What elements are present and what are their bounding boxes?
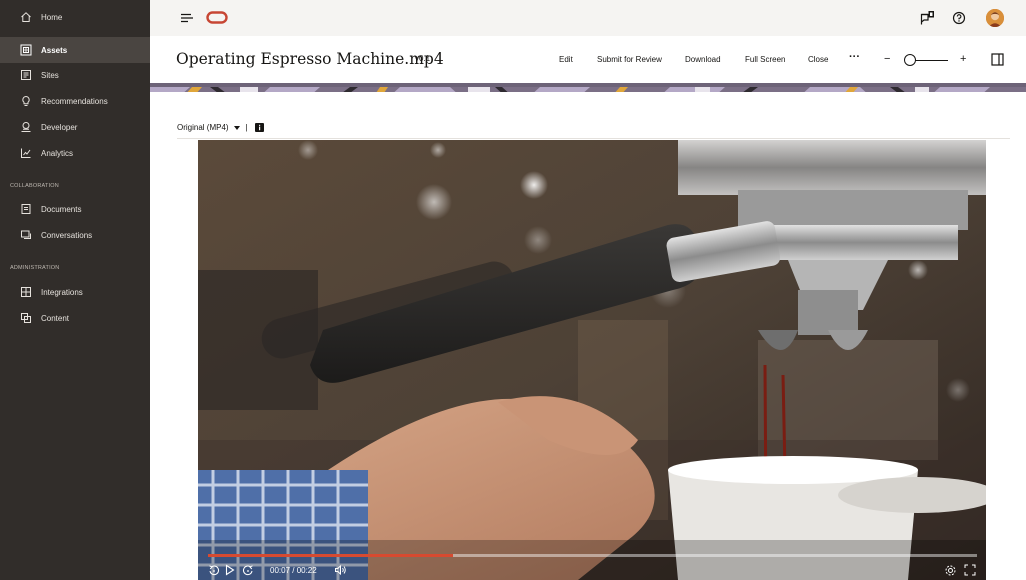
side-panel-toggle-icon[interactable] [988, 50, 1006, 68]
rewind-icon[interactable] [207, 563, 221, 577]
section-heading-collaboration: COLLABORATION [10, 183, 59, 189]
video-player[interactable] [198, 140, 986, 580]
info-icon[interactable] [254, 123, 264, 132]
download-button[interactable]: Download [685, 55, 721, 64]
sidebar-item-label: Recommendations [41, 96, 108, 106]
full-screen-button[interactable]: Full Screen [745, 55, 785, 64]
sidebar-item-recommendations[interactable]: Recommendations [0, 88, 150, 114]
sidebar-item-label: Documents [41, 204, 82, 214]
oracle-logo[interactable] [206, 11, 228, 24]
analytics-icon [20, 147, 32, 159]
sidebar-item-analytics[interactable]: Analytics [0, 140, 150, 166]
chevron-down-icon [233, 125, 240, 130]
fullscreen-icon[interactable] [963, 563, 977, 577]
sidebar-item-label: Content [41, 313, 70, 323]
notifications-icon[interactable] [918, 9, 936, 27]
rendition-selector[interactable]: Original (MP4) | [177, 123, 264, 132]
page-title: Operating Espresso Machine.mp4 [176, 50, 444, 68]
sidebar-item-label: Home [41, 12, 63, 22]
sidebar-item-content[interactable]: Content [0, 305, 150, 331]
version-label: v0.1 [415, 54, 431, 63]
settings-gear-icon[interactable] [943, 563, 957, 577]
sidebar-item-label: Sites [41, 70, 59, 80]
header-decorative-band [150, 83, 1026, 92]
sidebar-item-assets[interactable]: Assets [0, 37, 150, 63]
sidebar-item-conversations[interactable]: Conversations [0, 222, 150, 248]
sidebar-item-label: Assets [41, 45, 68, 55]
sidebar-item-label: Analytics [41, 148, 74, 158]
sidebar-item-integrations[interactable]: Integrations [0, 279, 150, 305]
top-bar [150, 0, 1026, 36]
documents-icon [20, 203, 32, 215]
zoom-slider-handle[interactable] [904, 54, 916, 66]
fast-forward-icon[interactable] [241, 563, 255, 577]
menu-icon[interactable] [180, 11, 194, 25]
sidebar-item-sites[interactable]: Sites [0, 62, 150, 88]
play-icon[interactable] [224, 563, 236, 577]
sidebar-item-label: Conversations [41, 230, 93, 240]
sidebar: Home Assets Sites Recommendations Develo… [0, 0, 150, 580]
sidebar-item-label: Developer [41, 122, 78, 132]
toolbar-separator: | [245, 123, 248, 132]
help-icon[interactable] [950, 9, 968, 27]
lightbulb-icon [20, 95, 32, 107]
section-heading-administration: ADMINISTRATION [10, 265, 60, 271]
home-icon [20, 11, 32, 23]
volume-icon[interactable] [333, 563, 347, 577]
sidebar-item-home[interactable]: Home [0, 4, 150, 30]
zoom-in-button[interactable]: + [960, 53, 966, 65]
sidebar-item-label: Integrations [41, 287, 83, 297]
content-divider [177, 138, 1010, 139]
edit-button[interactable]: Edit [559, 55, 573, 64]
developer-icon [20, 121, 32, 133]
progress-fill [208, 554, 453, 557]
content-icon [20, 312, 32, 324]
video-frame [198, 140, 986, 580]
playback-time: 00:07 / 00:22 [270, 566, 317, 575]
asset-header: Operating Espresso Machine.mp4 v0.1 Edit… [150, 36, 1026, 86]
assets-icon [20, 44, 32, 56]
sidebar-item-documents[interactable]: Documents [0, 196, 150, 222]
avatar[interactable] [986, 9, 1004, 27]
zoom-out-button[interactable]: − [884, 53, 890, 65]
rendition-label: Original (MP4) [177, 123, 229, 132]
integrations-icon [20, 286, 32, 298]
submit-for-review-button[interactable]: Submit for Review [597, 55, 662, 64]
more-actions-button[interactable]: ··· [849, 51, 860, 63]
sites-icon [20, 69, 32, 81]
sidebar-item-developer[interactable]: Developer [0, 114, 150, 140]
close-button[interactable]: Close [808, 55, 828, 64]
conversations-icon [20, 229, 32, 241]
